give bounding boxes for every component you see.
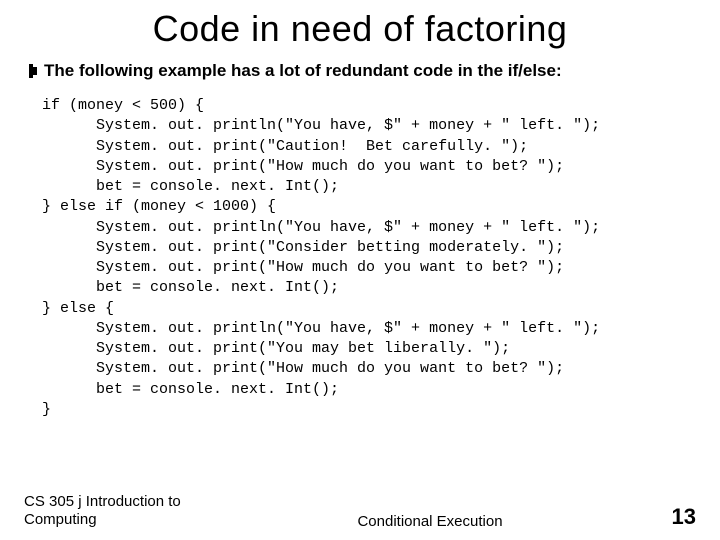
code-block: if (money < 500) { System. out. println(… xyxy=(24,96,696,540)
page-number: 13 xyxy=(636,504,696,530)
footer: CS 305 j Introduction to Computing Condi… xyxy=(0,493,720,531)
slide: Code in need of factoring The following … xyxy=(0,0,720,540)
slide-title: Code in need of factoring xyxy=(24,8,696,50)
bullet-text: The following example has a lot of redun… xyxy=(44,60,562,82)
bullet-row: The following example has a lot of redun… xyxy=(24,60,696,82)
footer-course: CS 305 j Introduction to Computing xyxy=(24,493,224,531)
bullet-icon xyxy=(28,63,38,79)
footer-topic: Conditional Execution xyxy=(224,513,636,530)
